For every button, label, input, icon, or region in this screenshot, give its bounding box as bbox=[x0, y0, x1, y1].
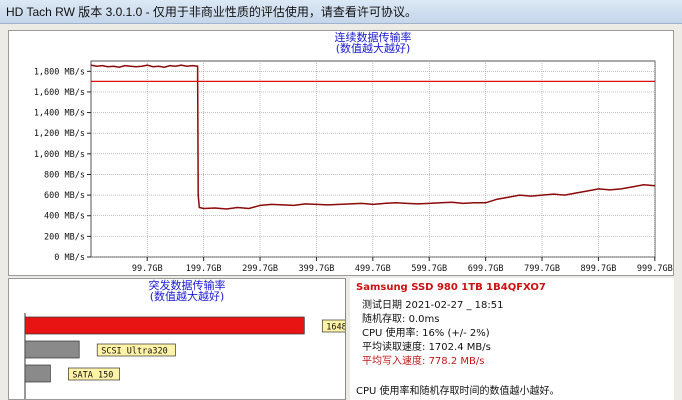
burst-chart: 突发数据传输率(数值越大越好)1648.7 MB/sSCSI Ultra320S… bbox=[24, 278, 391, 399]
x-tick-label: 399.7GB bbox=[299, 264, 335, 274]
burst-chart-panel: 突发数据传输率(数值越大越好)1648.7 MB/sSCSI Ultra320S… bbox=[8, 278, 391, 400]
info-note: CPU 使用率和随机存取时间的数值越小越好。 bbox=[356, 386, 560, 397]
drive-model-title: Samsung SSD 980 1TB 1B4QFXO7 bbox=[356, 282, 546, 293]
y-tick-label: 600 MB/s bbox=[44, 191, 85, 201]
sequential-chart: 连续数据传输率(数值越大越好)0 MB/s200 MB/s400 MB/s600… bbox=[34, 30, 673, 274]
y-tick-label: 400 MB/s bbox=[44, 212, 85, 222]
info-random-access: 随机存取: 0.0ms bbox=[362, 310, 439, 325]
main-window-client: 连续数据传输率 (数值越大越好) 0 MB/s 200 MB/s 400 MB/s 600… bbox=[0, 24, 682, 400]
y-tick-label: 1,600 MB/s bbox=[34, 88, 85, 98]
y-tick-label: 1,200 MB/s bbox=[34, 129, 85, 139]
x-tick-label: 699.7GB bbox=[468, 264, 504, 274]
y-tick-label: 800 MB/s bbox=[44, 170, 85, 180]
info-cpu-usage: CPU 使用率: 16% (+/- 2%) bbox=[362, 324, 490, 339]
info-test-date: 测试日期 2021-02-27 _ 18:51 bbox=[362, 296, 503, 311]
x-tick-label: 299.7GB bbox=[242, 264, 278, 274]
x-tick-label: 899.7GB bbox=[581, 264, 617, 274]
x-tick-label: 499.7GB bbox=[355, 264, 391, 274]
y-tick-label: 1,800 MB/s bbox=[34, 67, 85, 77]
x-tick-label: 999.7GB bbox=[637, 264, 673, 274]
drive-info-panel: Samsung SSD 980 1TB 1B4QFXO7 测试日期 2021-0… bbox=[350, 278, 674, 400]
burst-chart-subtitle: (数值越大越好) bbox=[150, 289, 225, 303]
bar-label: 1648.7 MB/s bbox=[326, 323, 345, 333]
y-tick-label: 200 MB/s bbox=[44, 232, 85, 242]
bar-label: SCSI Ultra320 bbox=[101, 347, 168, 357]
sequential-chart-panel: 连续数据传输率 (数值越大越好) 0 MB/s 200 MB/s 400 MB/s 600… bbox=[8, 30, 674, 276]
reference-bar bbox=[24, 340, 80, 359]
info-avg-read: 平均读取速度: 1702.4 MB/s bbox=[362, 338, 491, 353]
burst-bar bbox=[24, 316, 305, 335]
y-tick-label: 0 MB/s bbox=[54, 253, 85, 263]
x-tick-label: 599.7GB bbox=[411, 264, 447, 274]
info-avg-write: 平均写入速度: 778.2 MB/s bbox=[362, 352, 484, 367]
x-tick-label: 199.7GB bbox=[186, 264, 222, 274]
reference-bar bbox=[24, 364, 51, 383]
y-tick-label: 1,000 MB/s bbox=[34, 150, 85, 160]
info-avg-write-label: 平均写入速度: bbox=[362, 356, 426, 367]
x-tick-label: 799.7GB bbox=[524, 264, 560, 274]
window-title: HD Tach RW 版本 3.0.1.0 - 仅用于非商业性质的评估使用，请查… bbox=[0, 0, 682, 24]
info-avg-write-value: 778.2 MB/s bbox=[428, 356, 485, 367]
x-tick-label: 99.7GB bbox=[132, 264, 163, 274]
bar-label: SATA 150 bbox=[72, 371, 113, 381]
y-tick-label: 1,400 MB/s bbox=[34, 109, 85, 119]
sequential-chart-subtitle: (数值越大越好) bbox=[336, 41, 411, 55]
